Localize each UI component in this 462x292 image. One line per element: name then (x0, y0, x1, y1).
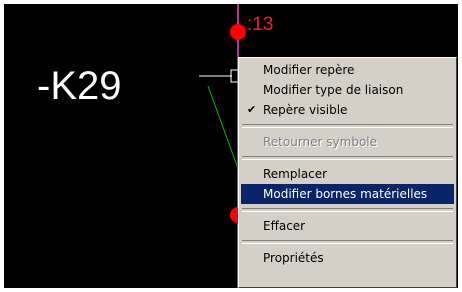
component-reference[interactable]: -K29 (37, 62, 122, 110)
menu-separator (242, 208, 453, 212)
menu-item-modifier-repere[interactable]: Modifier repère (241, 60, 454, 80)
menu-item-label: Modifier type de liaison (263, 83, 404, 97)
menu-item-label: Modifier bornes matérielles (263, 187, 428, 201)
menu-item-retourner-symbole: Retourner symbole (241, 132, 454, 152)
context-menu: Modifier repère Modifier type de liaison… (238, 57, 457, 288)
diagonal-wire (207, 85, 241, 175)
terminal-number: :13 (247, 14, 274, 35)
menu-item-repere-visible[interactable]: ✔ Repère visible (241, 100, 454, 120)
menu-item-label: Repère visible (263, 103, 348, 117)
menu-item-proprietes[interactable]: Propriétés (241, 248, 454, 268)
terminal-dot-top[interactable] (230, 24, 246, 40)
check-icon: ✔ (247, 103, 257, 116)
menu-item-label: Modifier repère (263, 63, 355, 77)
menu-item-modifier-type-liaison[interactable]: Modifier type de liaison (241, 80, 454, 100)
menu-separator (242, 240, 453, 244)
menu-separator (242, 156, 453, 160)
menu-separator (242, 124, 453, 128)
menu-item-label: Remplacer (263, 167, 328, 181)
menu-item-modifier-bornes[interactable]: Modifier bornes matérielles (241, 184, 454, 204)
menu-item-effacer[interactable]: Effacer (241, 216, 454, 236)
menu-item-label: Propriétés (263, 251, 324, 265)
menu-item-label: Effacer (263, 219, 306, 233)
menu-item-remplacer[interactable]: Remplacer (241, 164, 454, 184)
menu-item-label: Retourner symbole (263, 135, 378, 149)
